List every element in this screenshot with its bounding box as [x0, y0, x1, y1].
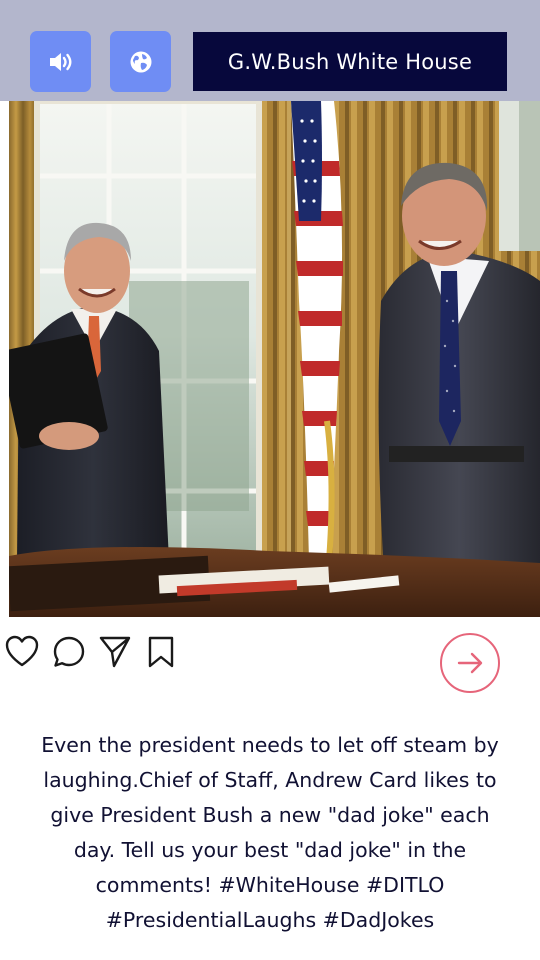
oval-office-photo: [9, 101, 540, 617]
send-icon[interactable]: [98, 635, 132, 669]
heart-icon[interactable]: [5, 635, 39, 669]
post-photo: [9, 101, 540, 617]
page-title[interactable]: G.W.Bush White House: [193, 32, 507, 91]
bookmark-icon[interactable]: [144, 635, 178, 669]
language-button[interactable]: [110, 31, 171, 92]
post-caption: Even the president needs to let off stea…: [41, 733, 499, 932]
speaker-icon: [49, 52, 71, 71]
sound-button[interactable]: [30, 31, 91, 92]
comment-icon[interactable]: [52, 635, 86, 669]
globe-icon: [130, 51, 151, 72]
top-bar: G.W.Bush White House: [0, 0, 540, 101]
post-actions-bar: [0, 617, 540, 711]
next-button[interactable]: [439, 632, 501, 694]
